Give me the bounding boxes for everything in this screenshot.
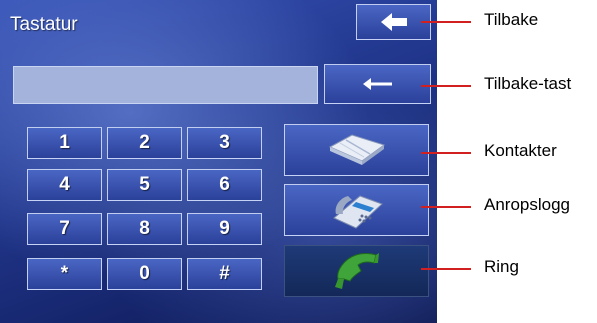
callout-backspace: Tilbake-tast: [484, 74, 572, 93]
key-8[interactable]: 8: [107, 213, 182, 245]
key-2[interactable]: 2: [107, 127, 182, 159]
callout-line-call-log: [421, 206, 471, 208]
key-6[interactable]: 6: [187, 169, 262, 201]
callout-call-log: Anropslogg: [484, 195, 571, 214]
backspace-button[interactable]: [324, 64, 431, 104]
keypad-screen: Tastatur 1 2 3 4 5 6 7 8 9 * 0 #: [0, 0, 437, 323]
key-4[interactable]: 4: [27, 169, 102, 201]
key-5[interactable]: 5: [107, 169, 182, 201]
call-log-button[interactable]: [284, 184, 429, 236]
callout-contacts: Kontakter: [484, 141, 557, 160]
telephone-icon: [332, 195, 383, 229]
back-button[interactable]: [356, 4, 431, 40]
address-book-icon: [328, 134, 385, 165]
key-star[interactable]: *: [27, 258, 102, 290]
callout-back: Tilbake: [484, 10, 539, 29]
ring-button[interactable]: [284, 245, 429, 297]
phone-handset-icon: [334, 253, 379, 289]
key-1[interactable]: 1: [27, 127, 102, 159]
arrow-left-filled-icon: [380, 13, 407, 31]
callout-ring: Ring: [484, 257, 519, 276]
arrow-left-thin-icon: [362, 78, 392, 90]
number-display[interactable]: [13, 66, 318, 104]
callout-line-backspace: [421, 85, 471, 87]
key-9[interactable]: 9: [187, 213, 262, 245]
key-0[interactable]: 0: [107, 258, 182, 290]
callout-line-back: [421, 21, 471, 23]
callout-line-contacts: [421, 152, 471, 154]
key-3[interactable]: 3: [187, 127, 262, 159]
key-7[interactable]: 7: [27, 213, 102, 245]
contacts-button[interactable]: [284, 124, 429, 176]
key-hash[interactable]: #: [187, 258, 262, 290]
callout-line-ring: [421, 268, 471, 270]
page-title: Tastatur: [10, 14, 78, 35]
